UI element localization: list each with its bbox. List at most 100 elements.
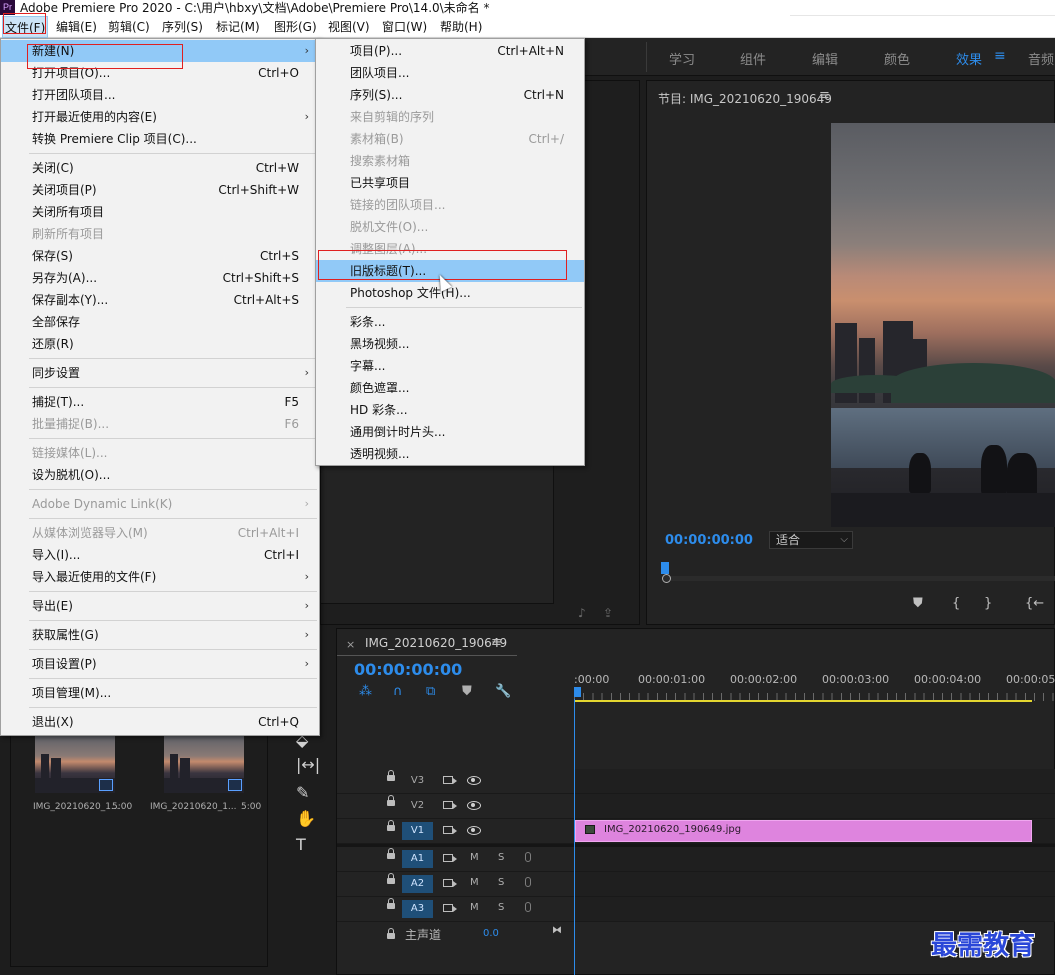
lock-icon[interactable]	[387, 770, 395, 783]
file-menu-revert[interactable]: 还原(R)	[1, 333, 319, 355]
camera-icon[interactable]	[443, 776, 457, 784]
menu-clip[interactable]: 剪辑(C)	[108, 16, 150, 38]
sync-lock-icon[interactable]	[443, 904, 457, 912]
program-timecode[interactable]: 00:00:00:00	[665, 533, 753, 548]
program-scrubber[interactable]	[661, 562, 1055, 584]
nest-icon[interactable]: ⁂	[359, 684, 372, 699]
menu-sequence[interactable]: 序列(S)	[162, 16, 203, 38]
solo-button[interactable]: S	[498, 877, 504, 888]
new-color-matte[interactable]: 颜色遮罩...	[316, 377, 584, 399]
file-menu-save-all[interactable]: 全部保存	[1, 311, 319, 333]
work-area-bar[interactable]	[574, 700, 1032, 702]
workspace-tab-editing[interactable]: 编辑	[812, 49, 838, 68]
camera-icon[interactable]	[443, 826, 457, 834]
file-menu-open-team-project[interactable]: 打开团队项目...	[1, 84, 319, 106]
workspace-menu-icon[interactable]: ≡	[994, 48, 1006, 64]
lock-icon[interactable]	[387, 928, 395, 941]
microphone-icon[interactable]	[525, 852, 531, 862]
hand-tool-icon[interactable]: ✋	[296, 809, 316, 828]
new-project[interactable]: 项目(P)... Ctrl+Alt+N	[316, 40, 584, 62]
microphone-icon[interactable]	[525, 877, 531, 887]
track-label[interactable]: A1	[402, 850, 433, 868]
solo-button[interactable]: S	[498, 852, 504, 863]
export-frame-icon[interactable]: ⇪	[603, 606, 613, 620]
playhead-icon[interactable]	[574, 687, 581, 697]
file-menu-save-copy[interactable]: 保存副本(Y)... Ctrl+Alt+S	[1, 289, 319, 311]
eye-icon[interactable]	[467, 826, 481, 835]
file-menu-save-as[interactable]: 另存为(A)... Ctrl+Shift+S	[1, 267, 319, 289]
workspace-tab-effects[interactable]: 效果	[956, 49, 982, 68]
file-menu-open-recent[interactable]: 打开最近使用的内容(E) ›	[1, 106, 319, 128]
project-thumbnail[interactable]	[164, 736, 244, 793]
track-label[interactable]: A3	[402, 900, 433, 918]
file-menu-import-recent[interactable]: 导入最近使用的文件(F) ›	[1, 566, 319, 588]
timeline-timecode[interactable]: 00:00:00:00	[354, 660, 462, 679]
lock-icon[interactable]	[387, 795, 395, 808]
workspace-tab-learn[interactable]: 学习	[669, 49, 695, 68]
track-area[interactable]	[574, 872, 1055, 896]
sync-lock-icon[interactable]	[443, 854, 457, 862]
project-thumbnail[interactable]	[35, 736, 115, 793]
new-sequence[interactable]: 序列(S)... Ctrl+N	[316, 84, 584, 106]
file-menu-close-all[interactable]: 关闭所有项目	[1, 201, 319, 223]
pen-tool-icon[interactable]: ✎	[296, 783, 309, 802]
solo-button[interactable]: S	[498, 902, 504, 913]
file-menu-project-settings[interactable]: 项目设置(P) ›	[1, 653, 319, 675]
workspace-tab-audio[interactable]: 音频	[1028, 49, 1054, 68]
new-team-project[interactable]: 团队项目...	[316, 62, 584, 84]
microphone-icon[interactable]	[525, 902, 531, 912]
eye-icon[interactable]	[467, 776, 481, 785]
lock-icon[interactable]	[387, 898, 395, 911]
file-menu-close-project[interactable]: 关闭项目(P) Ctrl+Shift+W	[1, 179, 319, 201]
file-menu-make-offline[interactable]: 设为脱机(O)...	[1, 464, 319, 486]
timeline-tab-title[interactable]: IMG_20210620_190649	[365, 636, 507, 650]
timeline-clip[interactable]: IMG_20210620_190649.jpg	[575, 820, 1032, 842]
file-menu-convert-clip[interactable]: 转换 Premiere Clip 项目(C)...	[1, 128, 319, 150]
eye-icon[interactable]	[467, 801, 481, 810]
file-menu-close[interactable]: 关闭(C) Ctrl+W	[1, 157, 319, 179]
new-countdown-leader[interactable]: 通用倒计时片头...	[316, 421, 584, 443]
file-menu-exit[interactable]: 退出(X) Ctrl+Q	[1, 711, 319, 733]
file-menu-get-properties[interactable]: 获取属性(G) ›	[1, 624, 319, 646]
go-to-end-icon[interactable]: ⧓	[552, 925, 562, 936]
workspace-tab-assembly[interactable]: 组件	[740, 49, 766, 68]
file-menu-import[interactable]: 导入(I)... Ctrl+I	[1, 544, 319, 566]
playhead-icon[interactable]	[661, 562, 669, 574]
file-menu-sync-settings[interactable]: 同步设置 ›	[1, 362, 319, 384]
add-marker-icon[interactable]: ⛊	[913, 596, 923, 611]
new-shared-project[interactable]: 已共享项目	[316, 172, 584, 194]
file-menu-save[interactable]: 保存(S) Ctrl+S	[1, 245, 319, 267]
new-bars-and-tone[interactable]: 彩条...	[316, 311, 584, 333]
file-menu-capture[interactable]: 捕捉(T)... F5	[1, 391, 319, 413]
snap-icon[interactable]: ∩	[393, 684, 403, 699]
zoom-fit-select[interactable]: 适合 ⌵	[769, 531, 853, 549]
workspace-tab-color[interactable]: 颜色	[884, 49, 910, 68]
track-area[interactable]	[574, 847, 1055, 871]
track-label[interactable]: V2	[402, 797, 433, 815]
type-tool-icon[interactable]: T	[296, 835, 306, 854]
go-to-in-icon[interactable]: {←	[1025, 596, 1044, 611]
track-label[interactable]: A2	[402, 875, 433, 893]
zoom-knob[interactable]	[662, 574, 671, 583]
camera-icon[interactable]	[443, 801, 457, 809]
track-area[interactable]: IMG_20210620_190649.jpg	[574, 819, 1055, 843]
file-menu-export[interactable]: 导出(E) ›	[1, 595, 319, 617]
new-hd-bars[interactable]: HD 彩条...	[316, 399, 584, 421]
lock-icon[interactable]	[387, 873, 395, 886]
add-marker-icon[interactable]: ⛊	[462, 684, 472, 699]
file-menu-project-manager[interactable]: 项目管理(M)...	[1, 682, 319, 704]
track-label[interactable]: V3	[402, 772, 433, 790]
track-area[interactable]	[574, 794, 1055, 818]
mute-button[interactable]: M	[470, 902, 479, 913]
mark-in-icon[interactable]: {	[952, 596, 960, 611]
slip-tool-icon[interactable]: |↔|	[296, 755, 320, 774]
new-black-video[interactable]: 黑场视频...	[316, 333, 584, 355]
mute-button[interactable]: M	[470, 877, 479, 888]
mark-out-icon[interactable]: }	[984, 596, 992, 611]
menu-window[interactable]: 窗口(W)	[382, 16, 427, 38]
wrench-icon[interactable]: 🔧	[495, 684, 511, 699]
menu-help[interactable]: 帮助(H)	[440, 16, 482, 38]
sync-lock-icon[interactable]	[443, 879, 457, 887]
menu-marker[interactable]: 标记(M)	[216, 16, 260, 38]
track-label[interactable]: V1	[402, 822, 433, 840]
